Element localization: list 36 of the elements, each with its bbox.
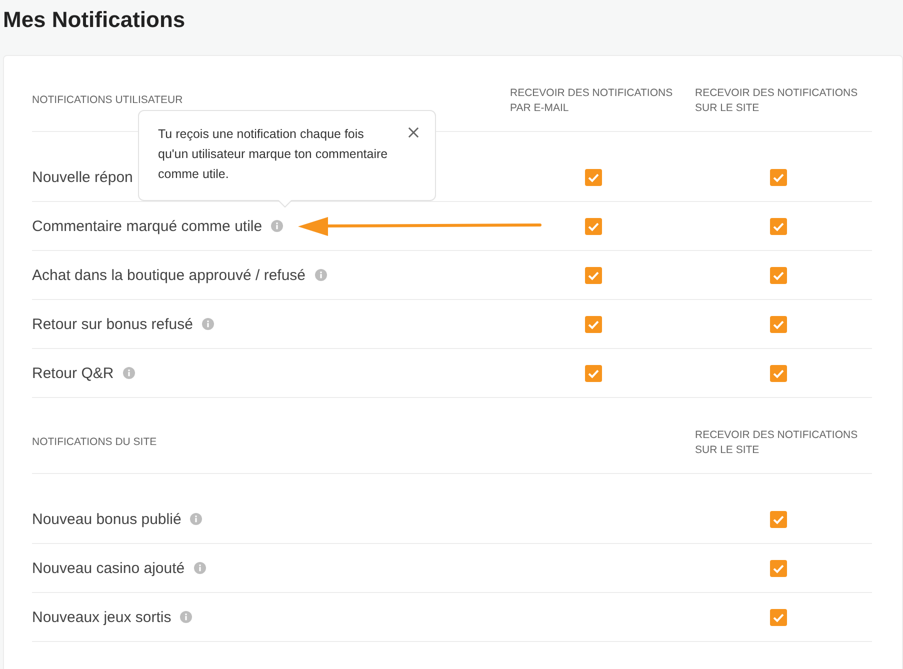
- notification-label: Nouvelle répon: [32, 168, 133, 186]
- notification-label: Retour sur bonus refusé: [32, 316, 193, 332]
- column-heading: RECEVOIR DES NOTIFICATIONS SUR LE SITE: [695, 86, 859, 116]
- page-title: Mes Notifications: [2, 6, 186, 34]
- checkbox[interactable]: [770, 560, 787, 576]
- info-icon[interactable]: [180, 611, 192, 623]
- checkbox[interactable]: [585, 266, 602, 284]
- checkbox[interactable]: [770, 168, 787, 186]
- checkbox[interactable]: [585, 364, 602, 382]
- checkbox[interactable]: [770, 510, 787, 528]
- checkbox[interactable]: [770, 364, 787, 382]
- column-heading: RECEVOIR DES NOTIFICATIONS SUR LE SITE: [695, 428, 859, 458]
- section-heading: NOTIFICATIONS UTILISATEUR: [32, 93, 184, 108]
- tooltip-text: Tu reçois une notification chaque fois qu'un utilisateur marque ton commentaire comme utile.: [158, 126, 389, 183]
- notification-label: Nouveaux jeux sortis: [32, 608, 172, 626]
- notification-label: Nouveau bonus publié: [32, 510, 182, 528]
- info-icon[interactable]: [271, 220, 284, 232]
- info-icon[interactable]: [202, 318, 214, 330]
- notification-label: Nouveau casino ajouté: [32, 560, 185, 576]
- notification-label: Achat dans la boutique approuvé / refusé: [32, 266, 306, 284]
- section-heading: NOTIFICATIONS DU SITE: [32, 435, 158, 450]
- notification-label: Retour Q&R: [32, 364, 114, 382]
- checkbox[interactable]: [770, 608, 787, 626]
- info-icon[interactable]: [314, 269, 327, 281]
- column-heading: RECEVOIR DES NOTIFICATIONS PAR E-MAIL: [510, 86, 674, 116]
- info-icon[interactable]: [190, 513, 202, 525]
- checkbox[interactable]: [770, 266, 787, 284]
- info-icon[interactable]: [122, 367, 135, 379]
- info-icon[interactable]: [194, 562, 206, 574]
- checkbox[interactable]: [585, 316, 602, 332]
- checkbox[interactable]: [585, 168, 602, 186]
- checkbox[interactable]: [585, 218, 602, 234]
- notification-label: Commentaire marqué comme utile: [32, 218, 262, 234]
- checkbox[interactable]: [770, 218, 787, 234]
- checkbox[interactable]: [770, 316, 787, 332]
- close-icon[interactable]: [408, 127, 419, 138]
